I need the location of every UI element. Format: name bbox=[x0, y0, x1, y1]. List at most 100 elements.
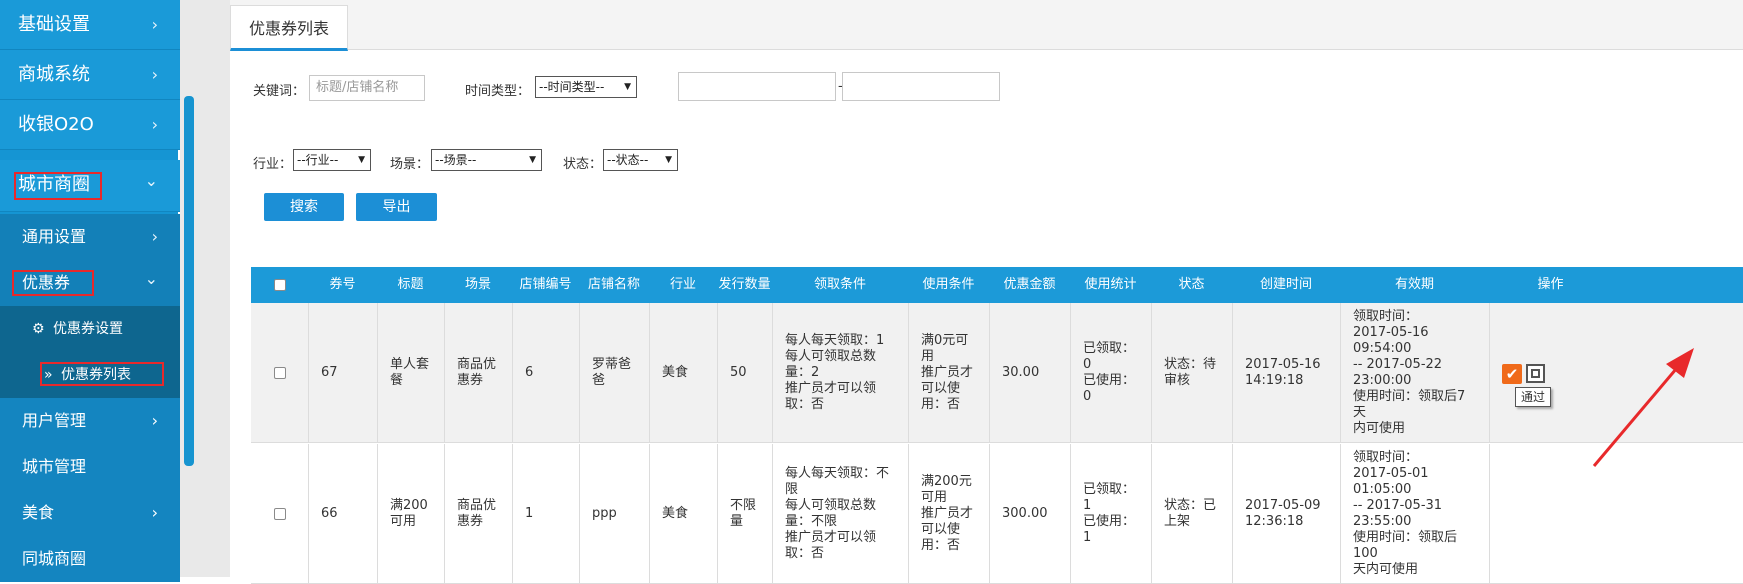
caret-down-icon: ▼ bbox=[358, 155, 365, 165]
sidebar-item-basic-settings[interactable]: 基础设置 › bbox=[0, 0, 180, 50]
sidebar-item-user-management[interactable]: 用户管理 › bbox=[0, 398, 180, 444]
status-value: --状态-- bbox=[607, 153, 649, 167]
sidebar-item-food[interactable]: 美食 › bbox=[0, 490, 180, 536]
chevron-right-icon: › bbox=[151, 411, 158, 430]
receive-condition-cell: 每人每天领取：1 每人可领取总数 量：2 推广员才可以领 取：否 bbox=[772, 303, 908, 443]
title-cell: 单人套 餐 bbox=[377, 303, 444, 443]
highlight-box bbox=[40, 362, 164, 386]
shop-name-cell: 罗蒂爸 爸 bbox=[579, 303, 649, 443]
keyword-label: 关键词： bbox=[253, 84, 306, 99]
row-checkbox[interactable] bbox=[273, 508, 286, 520]
row-select-cell bbox=[251, 444, 308, 584]
scene-value: --场景-- bbox=[435, 153, 477, 167]
sidebar-scrollbar-thumb[interactable] bbox=[184, 96, 194, 466]
industry-cell: 美食 bbox=[649, 303, 717, 443]
highlight-box bbox=[14, 172, 102, 200]
created-cell: 2017-05-09 12:36:18 bbox=[1232, 444, 1340, 584]
table-row: 67 单人套 餐 商品优 惠券 6 罗蒂爸 爸 美食 50 每人每天领取：1 每… bbox=[251, 303, 1743, 443]
coupon-scene: 商品优 惠券 bbox=[457, 357, 497, 388]
sidebar-item-label: 商城系统 bbox=[18, 64, 90, 85]
chevron-down-icon: ⌄ bbox=[144, 171, 158, 190]
status-cell: 状态：已 上架 bbox=[1151, 444, 1232, 584]
amount-cell: 30.00 bbox=[989, 303, 1070, 443]
header-cell: 店铺编号 bbox=[519, 277, 572, 292]
sidebar-item-city-management[interactable]: 城市管理 bbox=[0, 444, 180, 490]
use-condition: 满0元可 用 推广员才 可以使 用：否 bbox=[921, 333, 974, 412]
caret-down-icon: ▼ bbox=[665, 155, 672, 165]
quantity-cell: 不限 量 bbox=[717, 444, 772, 584]
industry-select[interactable]: --行业-- ▼ bbox=[293, 149, 371, 171]
coupon-id-cell: 66 bbox=[308, 444, 377, 584]
header-cell: 店铺名称 bbox=[587, 277, 640, 292]
header-cell: 使用统计 bbox=[1084, 277, 1137, 292]
validity-period: 领取时间： 2017-05-01 01:05:00 -- 2017-05-31 … bbox=[1353, 450, 1458, 577]
table-header: 券号 标题 场景 店铺编号 店铺名称 行业 发行数量 领取条件 使用条件 优惠金… bbox=[251, 267, 1743, 303]
keyword-input[interactable]: 标题/店铺名称 bbox=[309, 75, 425, 101]
scene-cell: 商品优 惠券 bbox=[444, 303, 512, 443]
sidebar-item-label: 同城商圈 bbox=[22, 549, 87, 568]
sidebar-item-local-circle[interactable]: 同城商圈 bbox=[0, 536, 180, 582]
table-row: 66 满200 可用 商品优 惠券 1 ppp 美食 不限 量 每人每天领取：不… bbox=[251, 444, 1743, 584]
start-date-input[interactable] bbox=[678, 72, 836, 101]
use-condition: 满200元 可用 推广员才 可以使 用：否 bbox=[921, 474, 974, 553]
sidebar-item-label: 美食 bbox=[22, 503, 55, 522]
export-button[interactable]: 导出 bbox=[356, 193, 437, 221]
review-box-icon[interactable] bbox=[1526, 364, 1545, 383]
sidebar-item-general-settings[interactable]: 通用设置 › bbox=[0, 214, 180, 260]
main-content: 优惠券列表 关键词： 标题/店铺名称 时间类型： --时间类型-- ▼ - 行业… bbox=[230, 0, 1743, 584]
tab-coupon-list[interactable]: 优惠券列表 bbox=[230, 5, 349, 51]
industry: 美食 bbox=[662, 365, 689, 380]
header-cell: 行业 bbox=[669, 277, 696, 292]
shop-no-cell: 6 bbox=[512, 303, 579, 443]
issue-quantity: 不限 量 bbox=[730, 498, 757, 529]
annotation-arrow-icon bbox=[1592, 348, 1694, 467]
shop-name: ppp bbox=[592, 506, 617, 521]
chevron-right-icon: › bbox=[151, 65, 158, 84]
validity-cell: 领取时间： 2017-05-16 09:54:00 -- 2017-05-22 … bbox=[1340, 303, 1489, 443]
sidebar-item-mall-system[interactable]: 商城系统 › bbox=[0, 50, 180, 100]
usage-stats: 已领取： 1 已使用： 1 bbox=[1083, 482, 1136, 545]
coupon-id: 67 bbox=[321, 365, 338, 380]
select-all-cell bbox=[251, 267, 308, 303]
caret-down-icon: ▼ bbox=[624, 82, 631, 92]
sidebar-item-label: 通用设置 bbox=[22, 227, 87, 246]
sidebar-item-cashier-o2o[interactable]: 收银O2O › bbox=[0, 100, 180, 150]
usage-stats: 已领取： 0 已使用： 0 bbox=[1083, 341, 1136, 404]
coupon-title: 单人套 餐 bbox=[390, 357, 430, 388]
select-all-checkbox[interactable] bbox=[273, 279, 286, 291]
discount-amount: 30.00 bbox=[1002, 365, 1040, 380]
header-cell: 有效期 bbox=[1394, 277, 1434, 292]
header-cell: 场景 bbox=[464, 277, 491, 292]
header-cell: 使用条件 bbox=[922, 277, 975, 292]
shop-name-cell: ppp bbox=[579, 444, 649, 584]
caret-down-icon: ▼ bbox=[529, 155, 536, 165]
time-type-value: --时间类型-- bbox=[539, 80, 605, 94]
row-select-cell bbox=[251, 303, 308, 443]
amount-cell: 300.00 bbox=[989, 444, 1070, 584]
end-date-input[interactable] bbox=[842, 72, 1000, 101]
status-select[interactable]: --状态-- ▼ bbox=[603, 149, 678, 171]
tab-bar: 优惠券列表 bbox=[230, 0, 1743, 51]
header-cell: 券号 bbox=[329, 277, 356, 292]
title-cell: 满200 可用 bbox=[377, 444, 444, 584]
coupon-status: 状态：待 审核 bbox=[1164, 357, 1217, 388]
time-type-select[interactable]: --时间类型-- ▼ bbox=[535, 76, 637, 98]
header-cell: 标题 bbox=[397, 277, 424, 292]
approve-check-icon[interactable]: ✔ bbox=[1502, 364, 1522, 384]
highlight-box bbox=[12, 270, 94, 296]
scene-select[interactable]: --场景-- ▼ bbox=[431, 149, 542, 171]
sidebar-item-label: 用户管理 bbox=[22, 411, 87, 430]
shop-name: 罗蒂爸 爸 bbox=[592, 357, 632, 388]
search-button[interactable]: 搜索 bbox=[264, 193, 344, 221]
sidebar-item-label: 优惠券设置 bbox=[53, 321, 124, 337]
header-cell: 状态 bbox=[1178, 277, 1205, 292]
coupon-scene: 商品优 惠券 bbox=[457, 498, 497, 529]
row-checkbox[interactable] bbox=[273, 367, 286, 379]
created-time: 2017-05-09 12:36:18 bbox=[1245, 498, 1321, 529]
industry-label: 行业： bbox=[253, 157, 293, 172]
scene-cell: 商品优 惠券 bbox=[444, 444, 512, 584]
sidebar-item-coupon-settings[interactable]: ⚙ 优惠券设置 bbox=[0, 306, 180, 352]
coupon-status: 状态：已 上架 bbox=[1164, 498, 1217, 529]
validity-cell: 领取时间： 2017-05-01 01:05:00 -- 2017-05-31 … bbox=[1340, 444, 1489, 584]
chevron-right-icon: › bbox=[151, 227, 158, 246]
